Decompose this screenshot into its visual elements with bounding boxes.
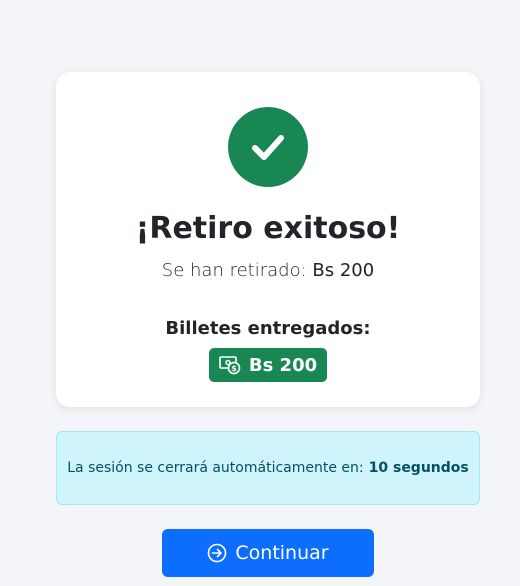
bill-badge: $ Bs 200 [209, 348, 327, 382]
success-card: ¡Retiro exitoso! Se han retirado: Bs 200… [56, 72, 480, 407]
session-timeout-alert: La sesión se cerrará automáticamente en:… [56, 431, 480, 505]
bills-heading: Billetes entregados: [165, 318, 371, 339]
page-title: ¡Retiro exitoso! [135, 211, 401, 246]
cash-coin-icon: $ [219, 356, 241, 375]
arrow-right-circle-icon [208, 543, 227, 563]
bill-label: Bs 200 [248, 354, 318, 376]
withdrawn-label: Se han retirado: [161, 260, 307, 281]
continue-button[interactable]: Continuar [162, 529, 374, 577]
session-alert-text: La sesión se cerrará automáticamente en: [67, 460, 364, 476]
svg-text:$: $ [231, 364, 237, 373]
withdrawn-amount-text: Se han retirado: Bs 200 [56, 259, 480, 283]
continue-button-label: Continuar [235, 542, 329, 564]
check-icon [252, 135, 284, 160]
session-countdown: 10 segundos [368, 460, 469, 476]
withdrawn-amount: Bs 200 [312, 260, 375, 281]
success-check-badge [228, 107, 308, 187]
